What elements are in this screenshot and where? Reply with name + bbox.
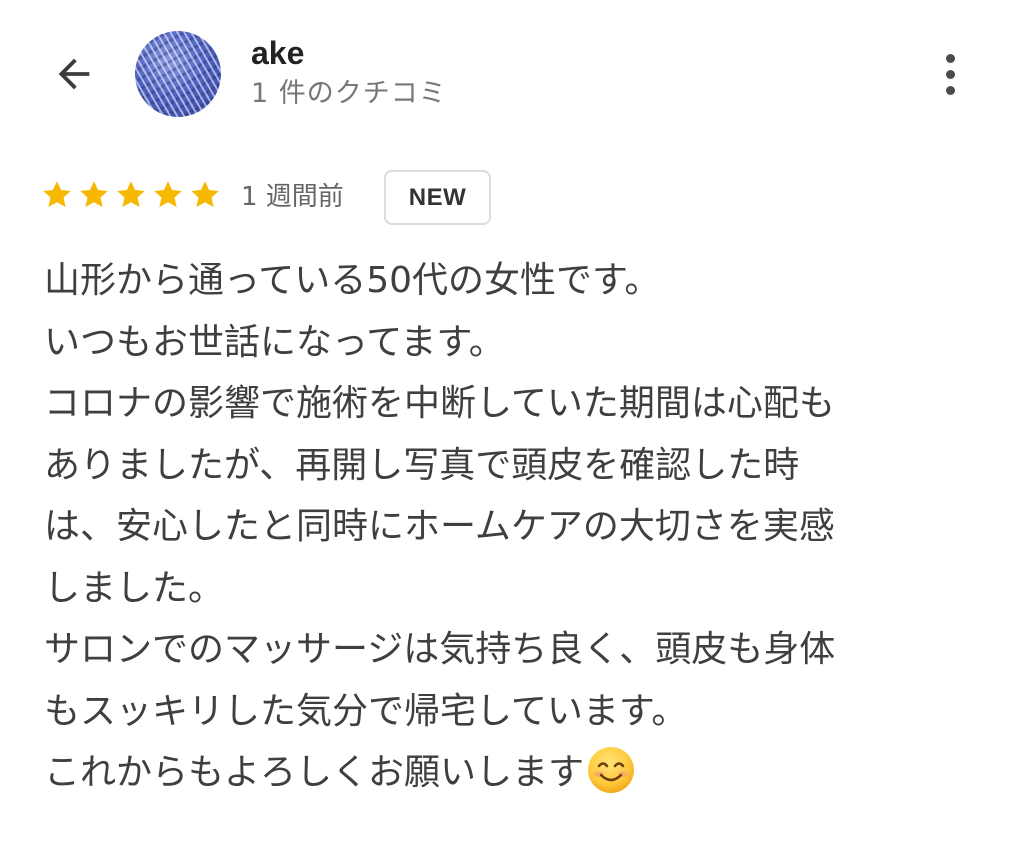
- back-button[interactable]: [44, 44, 104, 104]
- review-line-text: これからもよろしくお願いします: [44, 752, 585, 793]
- review-line-last: これからもよろしくお願いします: [44, 742, 1004, 804]
- review-line: コロナの影響で施術を中断していた期間は心配も: [44, 383, 835, 424]
- review-text: 山形から通っている50代の女性です。 いつもお世話になってます。 コロナの影響で…: [44, 250, 1004, 804]
- review-line: ありましたが、再開し写真で頭皮を確認した時: [44, 444, 800, 486]
- star-icon: [117, 181, 145, 208]
- more-vertical-icon-dot: [945, 69, 955, 79]
- star-icon: [191, 181, 219, 208]
- smiling-face-emoji-icon: [588, 747, 635, 793]
- new-badge: NEW: [384, 170, 491, 225]
- review-time: 1 週間前: [241, 182, 344, 212]
- star-icon: [80, 181, 108, 208]
- review-line: しました。: [44, 567, 225, 609]
- more-options-button[interactable]: [925, 46, 975, 102]
- review-count[interactable]: 1 件のクチコミ: [251, 76, 447, 112]
- review-line: もスッキリした気分で帰宅しています。: [44, 690, 688, 732]
- arrow-left-icon: [58, 58, 90, 90]
- review-line: 山形から通っている50代の女性です。: [44, 260, 661, 301]
- review-line: は、安心したと同時にホームケアの大切さを実感: [44, 506, 835, 547]
- avatar[interactable]: [135, 31, 221, 117]
- review-line: いつもお世話になってます。: [44, 321, 505, 363]
- review-line: サロンでのマッサージは気持ち良く、頭皮も身体: [44, 629, 836, 670]
- star-icon: [154, 181, 182, 208]
- more-vertical-icon: [945, 53, 955, 63]
- star-icon: [43, 181, 71, 208]
- review-detail-screen: ake 1 件のクチコミ 1 週間前 NEW 山形から通っている50代の女性です…: [0, 0, 1024, 851]
- more-vertical-icon-dot: [945, 85, 955, 95]
- star-rating: [40, 178, 222, 212]
- user-name[interactable]: ake: [251, 34, 304, 72]
